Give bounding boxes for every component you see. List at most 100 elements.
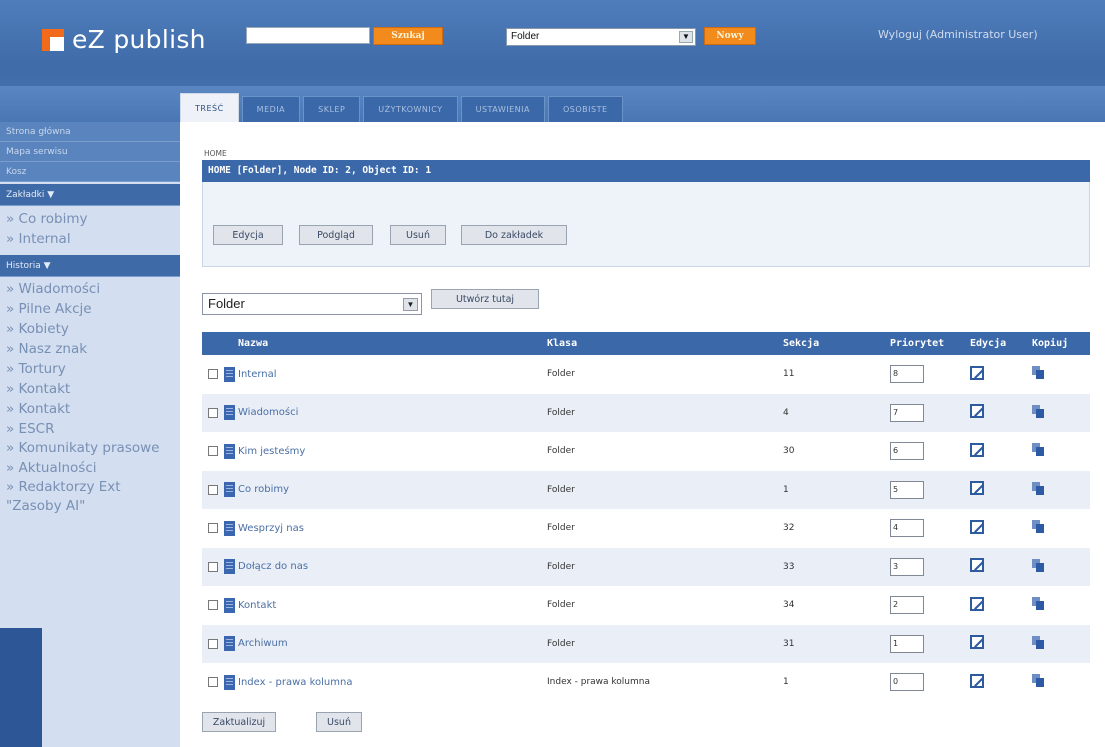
priority-input[interactable]: 8 <box>890 365 924 384</box>
node-link[interactable]: Dołącz do nas <box>238 561 308 572</box>
history-item[interactable]: » Nasz znak <box>0 339 180 359</box>
search-input[interactable] <box>246 27 370 44</box>
copy-icon[interactable] <box>1032 520 1044 534</box>
bookmark-button[interactable]: Do zakładek <box>461 225 567 245</box>
copy-icon[interactable] <box>1032 404 1044 418</box>
edit-cell <box>970 547 1032 586</box>
section-cell: 1 <box>783 663 890 702</box>
edit-icon[interactable] <box>970 442 984 457</box>
copy-icon[interactable] <box>1032 674 1044 688</box>
edit-button[interactable]: Edycja <box>213 225 283 245</box>
history-item[interactable]: » Pilne Akcje <box>0 299 180 319</box>
copy-cell <box>1032 470 1090 509</box>
name-cell: Dołącz do nas <box>202 547 547 586</box>
edit-icon[interactable] <box>970 673 984 688</box>
priority-input[interactable]: 3 <box>890 557 924 576</box>
col-section[interactable]: Sekcja <box>783 332 890 355</box>
bookmark-item[interactable]: » Co robimy <box>0 209 180 229</box>
logout-link[interactable]: Wyloguj (Administrator User) <box>878 28 1038 41</box>
new-button[interactable]: Nowy <box>704 27 756 45</box>
edit-icon[interactable] <box>970 365 984 380</box>
tab-item[interactable]: MEDIA <box>241 96 301 122</box>
node-link[interactable]: Wiadomości <box>238 407 298 418</box>
sidebar-item-home[interactable]: Strona główna <box>0 122 180 142</box>
update-priority-button[interactable]: Zaktualizuj <box>202 712 276 732</box>
copy-icon[interactable] <box>1032 558 1044 572</box>
sidebar-item-trash[interactable]: Kosz <box>0 162 180 182</box>
priority-input[interactable]: 7 <box>890 403 924 422</box>
history-item[interactable]: » Redaktorzy Ext "Zasoby AI" <box>0 478 178 516</box>
bookmarks-header[interactable]: Zakładki ▼ <box>0 184 180 206</box>
edit-cell <box>970 355 1032 394</box>
tab-item[interactable]: USTAWIENIA <box>460 96 545 122</box>
node-link[interactable]: Kontakt <box>238 600 276 611</box>
priority-input[interactable]: 2 <box>890 596 924 615</box>
priority-input[interactable]: 0 <box>890 673 924 692</box>
history-item[interactable]: » Wiadomości <box>0 279 180 299</box>
sidebar-item-sitemap[interactable]: Mapa serwisu <box>0 142 180 162</box>
node-link[interactable]: Kim jesteśmy <box>238 446 305 457</box>
priority-input[interactable]: 6 <box>890 442 924 461</box>
edit-icon[interactable] <box>970 558 984 573</box>
tab-item[interactable]: UŻYTKOWNICY <box>363 96 458 122</box>
tab-content[interactable]: TREŚĆ <box>180 93 239 122</box>
priority-input[interactable]: 1 <box>890 634 924 653</box>
edit-cell <box>970 393 1032 432</box>
breadcrumb[interactable]: HOME <box>204 149 227 158</box>
node-link[interactable]: Wesprzyj nas <box>238 523 304 534</box>
priority-input[interactable]: 5 <box>890 480 924 499</box>
folder-icon <box>224 520 235 536</box>
history-item[interactable]: » Komunikaty prasowe <box>0 439 160 458</box>
create-here-button[interactable]: Utwórz tutaj <box>431 289 539 309</box>
copy-icon[interactable] <box>1032 481 1044 495</box>
folder-icon <box>224 597 235 613</box>
history-item[interactable]: » Kobiety <box>0 319 180 339</box>
new-class-select[interactable]: Folder ▼ <box>506 28 696 46</box>
priority-cell: 7 <box>890 393 970 432</box>
tab-item[interactable]: OSOBISTE <box>547 96 623 122</box>
edit-icon[interactable] <box>970 481 984 496</box>
copy-icon[interactable] <box>1032 366 1044 380</box>
row-checkbox[interactable] <box>208 407 218 418</box>
node-link[interactable]: Co robimy <box>238 484 289 495</box>
history-item[interactable]: » Aktualności <box>0 458 180 478</box>
copy-icon[interactable] <box>1032 443 1044 457</box>
history-item[interactable]: » Tortury <box>0 359 180 379</box>
row-checkbox[interactable] <box>208 600 218 611</box>
chevron-down-icon: ▼ <box>403 298 418 311</box>
edit-icon[interactable] <box>970 519 984 534</box>
history-item[interactable]: » Kontakt <box>0 379 180 399</box>
copy-icon[interactable] <box>1032 635 1044 649</box>
remove-selected-button[interactable]: Usuń <box>316 712 362 732</box>
preview-button[interactable]: Podgląd <box>299 225 373 245</box>
edit-cell <box>970 509 1032 548</box>
row-checkbox[interactable] <box>208 484 218 495</box>
col-class[interactable]: Klasa <box>547 332 783 355</box>
edit-icon[interactable] <box>970 404 984 419</box>
edit-icon[interactable] <box>970 596 984 611</box>
row-checkbox[interactable] <box>208 638 218 649</box>
ez-logo-icon <box>42 28 64 51</box>
row-checkbox[interactable] <box>208 523 218 534</box>
node-link[interactable]: Internal <box>238 369 277 380</box>
logo[interactable]: eZ publish <box>42 25 206 54</box>
history-header[interactable]: Historia ▼ <box>0 255 180 277</box>
edit-icon[interactable] <box>970 635 984 650</box>
search-button[interactable]: Szukaj <box>373 27 443 45</box>
copy-icon[interactable] <box>1032 597 1044 611</box>
history-item[interactable]: » ESCR <box>0 419 180 439</box>
remove-button[interactable]: Usuń <box>390 225 446 245</box>
row-checkbox[interactable] <box>208 561 218 572</box>
col-name[interactable]: Nazwa <box>202 332 547 355</box>
tab-item[interactable]: SKLEP <box>303 96 361 122</box>
row-checkbox[interactable] <box>208 446 218 457</box>
node-link[interactable]: Index - prawa kolumna <box>238 677 352 688</box>
row-checkbox[interactable] <box>208 369 218 380</box>
node-link[interactable]: Archiwum <box>238 638 288 649</box>
history-item[interactable]: » Kontakt <box>0 399 180 419</box>
bookmark-item[interactable]: » Internal <box>0 229 180 249</box>
priority-input[interactable]: 4 <box>890 519 924 538</box>
create-class-select[interactable]: Folder ▼ <box>202 293 422 315</box>
row-checkbox[interactable] <box>208 677 218 688</box>
col-priority[interactable]: Priorytet <box>890 332 970 355</box>
